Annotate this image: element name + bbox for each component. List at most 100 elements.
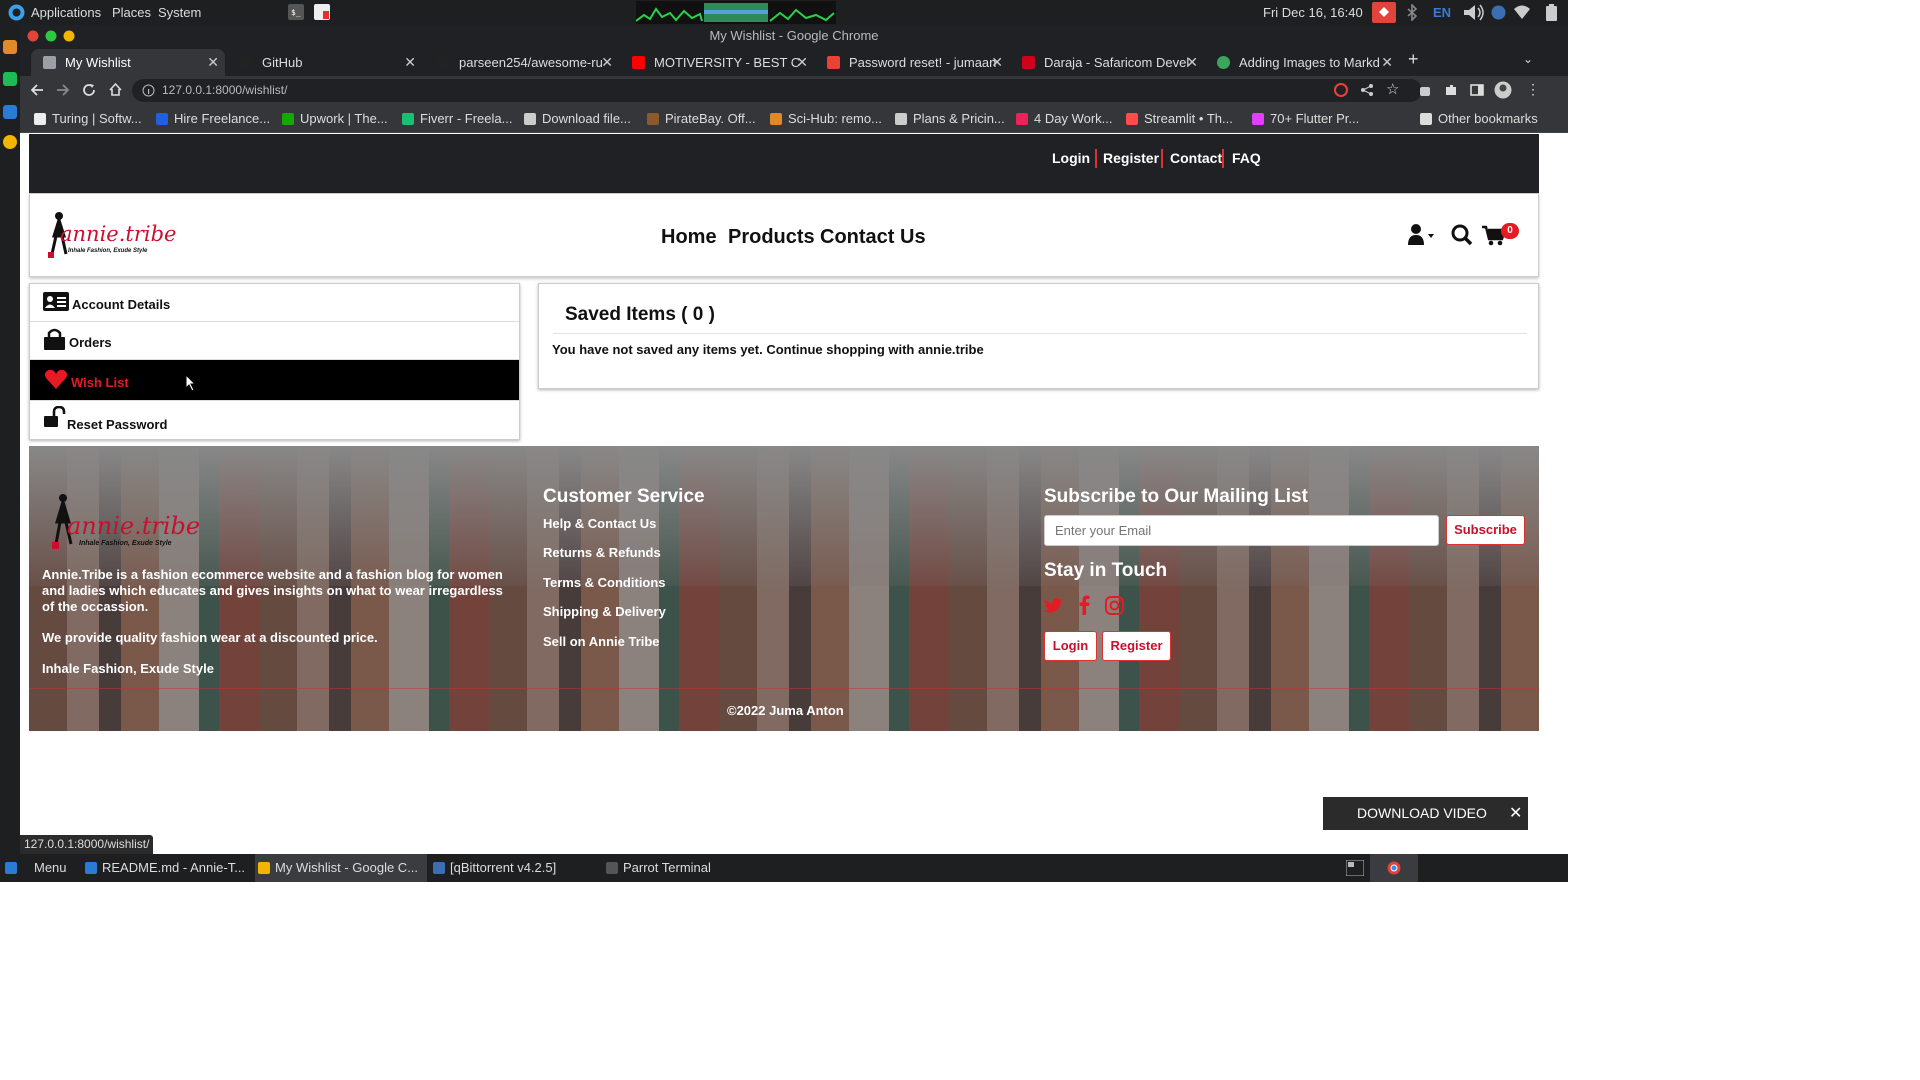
close-tab-icon[interactable]: ✕ — [404, 49, 416, 76]
bookmark-piratebay[interactable]: PirateBay. Off... — [647, 111, 756, 126]
sublime-text-icon[interactable] — [3, 40, 17, 54]
sidebar-item-label: Wish List — [71, 375, 129, 390]
forward-icon[interactable] — [56, 83, 70, 97]
close-tab-icon[interactable]: ✕ — [796, 49, 808, 76]
bookmark-4-day-work[interactable]: 4 Day Work... — [1016, 111, 1113, 126]
battery-icon[interactable] — [1546, 4, 1557, 21]
close-popup-icon[interactable]: ✕ — [1509, 797, 1522, 830]
search-icon[interactable] — [1451, 224, 1473, 246]
tab-markdown-images[interactable]: Adding Images to Markd ✕ — [1205, 49, 1399, 76]
taskbar-chrome-wishlist[interactable]: My Wishlist - Google C... — [255, 854, 427, 882]
bookmark-streamlit[interactable]: Streamlit • Th... — [1126, 111, 1233, 126]
email-input[interactable] — [1044, 515, 1439, 546]
os-menu-system[interactable]: System — [158, 5, 201, 20]
new-tab-icon[interactable]: + — [1408, 49, 1419, 70]
back-icon[interactable] — [30, 83, 44, 97]
bookmark-fiverr[interactable]: Fiverr - Freela... — [402, 111, 512, 126]
sidebar-item-reset-password[interactable]: Reset Password — [30, 401, 519, 439]
taskbar-qbittorrent[interactable]: [qBittorrent v4.2.5] — [430, 854, 556, 882]
footer-link-returns[interactable]: Returns & Refunds — [543, 545, 661, 560]
bookmark-scihub[interactable]: Sci-Hub: remo... — [770, 111, 882, 126]
nav-products[interactable]: Products — [728, 226, 815, 249]
os-menu-places[interactable]: Places — [112, 5, 151, 20]
footer-login-button[interactable]: Login — [1044, 631, 1097, 661]
parrot-logo-icon[interactable] — [8, 4, 25, 21]
sidebar-item-orders[interactable]: Orders — [30, 322, 519, 360]
user-account-icon[interactable] — [1408, 223, 1436, 247]
footer-logo[interactable]: annie.tribe Inhale Fashion, Exude Style — [47, 492, 200, 554]
top-register-link[interactable]: Register — [1103, 150, 1159, 166]
extensions-puzzle-icon[interactable] — [1444, 83, 1458, 97]
profile-avatar[interactable] — [1494, 81, 1512, 99]
text-editor-launcher-icon[interactable] — [314, 4, 330, 20]
bookmark-download-file[interactable]: Download file... — [524, 111, 631, 126]
close-tab-icon[interactable]: ✕ — [1186, 49, 1198, 76]
sidebar-item-wish-list[interactable]: Wish List — [30, 360, 519, 401]
footer-register-button[interactable]: Register — [1102, 631, 1171, 661]
google-lens-icon[interactable] — [1334, 83, 1348, 97]
site-info-icon[interactable] — [142, 84, 155, 97]
tab-my-wishlist[interactable]: My Wishlist ✕ — [31, 49, 225, 76]
bookmark-star-icon[interactable]: ☆ — [1386, 80, 1399, 98]
volume-icon[interactable] — [1462, 3, 1486, 22]
bookmark-plans-pricing[interactable]: Plans & Pricin... — [895, 111, 1005, 126]
maximize-window-icon[interactable] — [45, 30, 57, 42]
chrome-icon[interactable] — [3, 135, 17, 149]
taskbar-menu-button[interactable]: Menu — [2, 854, 67, 882]
tab-motiversity[interactable]: MOTIVERSITY - BEST C ✕ — [620, 49, 814, 76]
instagram-icon[interactable] — [1105, 596, 1124, 615]
os-clock[interactable]: Fri Dec 16, 16:40 — [1263, 5, 1363, 20]
sidebar-item-account-details[interactable]: Account Details — [30, 284, 519, 322]
chrome-menu-icon[interactable]: ⋮ — [1526, 81, 1540, 98]
footer-link-help[interactable]: Help & Contact Us — [543, 516, 656, 531]
keyboard-layout[interactable]: EN — [1433, 5, 1451, 20]
subscribe-button[interactable]: Subscribe — [1446, 515, 1525, 545]
footer-link-shipping[interactable]: Shipping & Delivery — [543, 604, 666, 619]
bookmark-upwork[interactable]: Upwork | The... — [282, 111, 388, 126]
pycharm-icon[interactable] — [3, 72, 17, 86]
home-icon[interactable] — [108, 82, 123, 97]
os-menu-applications[interactable]: Applications — [31, 5, 101, 20]
terminal-launcher-icon[interactable]: $_ — [288, 4, 304, 20]
vscode-icon[interactable] — [3, 105, 17, 119]
site-logo[interactable]: annie.tribe Inhale Fashion, Exude Style — [44, 210, 176, 260]
top-contact-link[interactable]: Contact — [1170, 150, 1222, 166]
tab-gmail-password-reset[interactable]: Password reset! - jumaan ✕ — [815, 49, 1009, 76]
reload-icon[interactable] — [82, 83, 96, 97]
close-window-icon[interactable] — [27, 30, 39, 42]
footer-link-sell[interactable]: Sell on Annie Tribe — [543, 634, 660, 649]
tab-search-chevron-icon[interactable]: ⌄ — [1523, 52, 1533, 66]
taskbar-parrot-terminal[interactable]: Parrot Terminal — [603, 854, 711, 882]
bookmark-freelancer[interactable]: Hire Freelance... — [156, 111, 270, 126]
tab-github[interactable]: GitHub ✕ — [228, 49, 422, 76]
minimize-window-icon[interactable] — [63, 30, 75, 42]
footer-link-terms[interactable]: Terms & Conditions — [543, 575, 666, 590]
twitter-icon[interactable] — [1044, 597, 1064, 614]
top-faq-link[interactable]: FAQ — [1232, 150, 1261, 166]
other-bookmarks-folder[interactable]: Other bookmarks — [1420, 111, 1538, 126]
bookmark-flutter[interactable]: 70+ Flutter Pr... — [1252, 111, 1359, 126]
top-login-link[interactable]: Login — [1052, 150, 1090, 166]
workspace-active[interactable] — [1370, 854, 1418, 882]
download-video-popup[interactable]: DOWNLOAD VIDEO ✕ — [1323, 797, 1528, 830]
url-input[interactable]: 127.0.0.1:8000/wishlist/ — [132, 79, 1422, 102]
nav-contact-us[interactable]: Contact Us — [820, 226, 926, 249]
tab-awesome-repo[interactable]: parseen254/awesome-ru ✕ — [425, 49, 619, 76]
nav-home[interactable]: Home — [661, 226, 717, 249]
bookmark-turing[interactable]: Turing | Softw... — [34, 111, 142, 126]
close-tab-icon[interactable]: ✕ — [601, 49, 613, 76]
close-tab-icon[interactable]: ✕ — [991, 49, 1003, 76]
side-panel-icon[interactable] — [1470, 83, 1484, 97]
share-icon[interactable] — [1360, 83, 1374, 97]
facebook-icon[interactable] — [1079, 595, 1090, 615]
extension-icon[interactable] — [1418, 83, 1432, 97]
bluetooth-icon[interactable] — [1405, 4, 1419, 21]
wifi-icon[interactable] — [1513, 5, 1531, 20]
taskbar-vscode-readme[interactable]: README.md - Annie-T... — [82, 854, 245, 882]
close-tab-icon[interactable]: ✕ — [207, 49, 219, 76]
workspace-switcher-icon[interactable] — [1346, 860, 1364, 876]
qbittorrent-tray-icon[interactable] — [1491, 5, 1506, 20]
updates-icon[interactable] — [1372, 2, 1396, 23]
close-tab-icon[interactable]: ✕ — [1381, 49, 1393, 76]
tab-daraja[interactable]: Daraja - Safaricom Devel ✕ — [1010, 49, 1204, 76]
